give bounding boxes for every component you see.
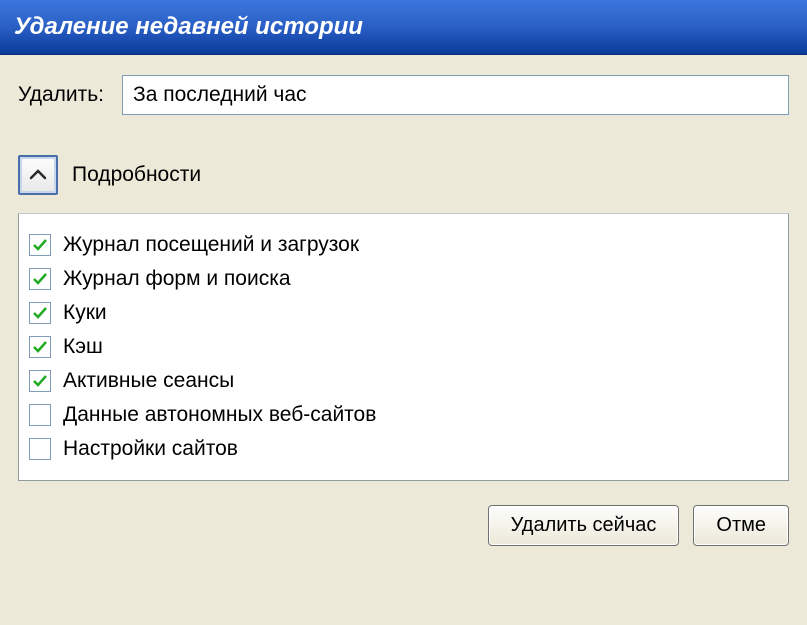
options-panel: Журнал посещений и загрузок Журнал форм …: [18, 213, 789, 481]
option-form-search-history: Журнал форм и поиска: [29, 262, 778, 296]
checkbox-offline-data[interactable]: [29, 404, 51, 426]
chevron-up-icon: [29, 169, 47, 181]
dialog-button-row: Удалить сейчас Отме: [18, 505, 789, 546]
checkbox-form-search-history[interactable]: [29, 268, 51, 290]
clear-now-button[interactable]: Удалить сейчас: [488, 505, 680, 546]
option-label[interactable]: Журнал посещений и загрузок: [63, 233, 359, 257]
checkbox-site-preferences[interactable]: [29, 438, 51, 460]
window-title: Удаление недавней истории: [14, 13, 363, 41]
timerange-label: Удалить:: [18, 83, 104, 107]
option-label[interactable]: Активные сеансы: [63, 369, 234, 393]
option-label[interactable]: Данные автономных веб-сайтов: [63, 403, 376, 427]
option-label[interactable]: Настройки сайтов: [63, 437, 238, 461]
dialog-content: Удалить: За последний час Подробности Жу…: [0, 55, 807, 566]
cancel-button[interactable]: Отме: [693, 505, 789, 546]
option-label[interactable]: Журнал форм и поиска: [63, 267, 291, 291]
timerange-select[interactable]: За последний час: [122, 75, 789, 115]
option-cache: Кэш: [29, 330, 778, 364]
details-toggle-row: Подробности: [18, 155, 789, 195]
checkbox-active-logins[interactable]: [29, 370, 51, 392]
details-toggle-button[interactable]: [18, 155, 58, 195]
option-offline-data: Данные автономных веб-сайтов: [29, 398, 778, 432]
option-cookies: Куки: [29, 296, 778, 330]
timerange-selected-value: За последний час: [133, 83, 307, 107]
checkbox-browsing-history[interactable]: [29, 234, 51, 256]
option-browsing-history: Журнал посещений и загрузок: [29, 228, 778, 262]
timerange-row: Удалить: За последний час: [18, 75, 789, 115]
option-site-preferences: Настройки сайтов: [29, 432, 778, 466]
window-titlebar: Удаление недавней истории: [0, 0, 807, 55]
details-label: Подробности: [72, 163, 201, 187]
option-active-logins: Активные сеансы: [29, 364, 778, 398]
checkbox-cache[interactable]: [29, 336, 51, 358]
option-label[interactable]: Куки: [63, 301, 107, 325]
option-label[interactable]: Кэш: [63, 335, 103, 359]
checkbox-cookies[interactable]: [29, 302, 51, 324]
